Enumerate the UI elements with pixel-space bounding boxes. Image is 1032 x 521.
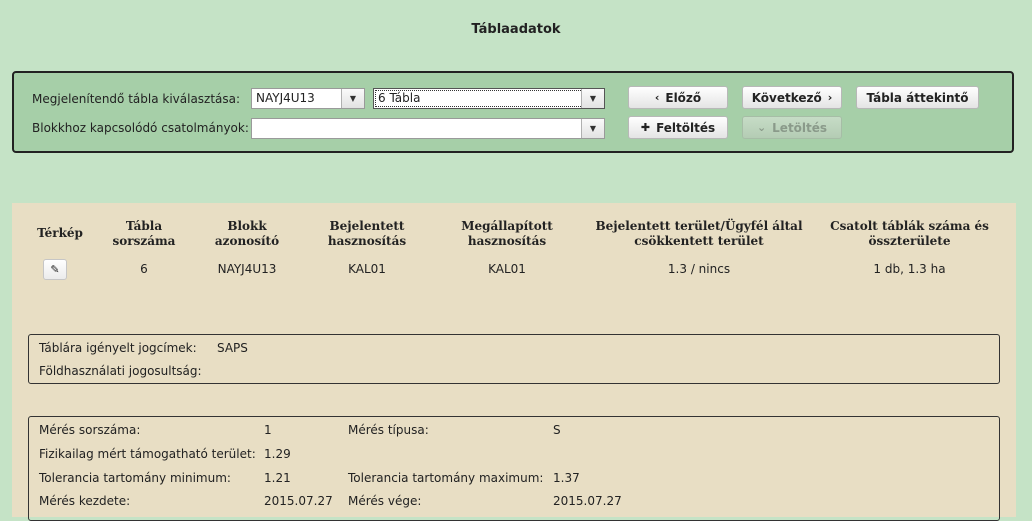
overview-button[interactable]: Tábla áttekintő	[856, 86, 979, 109]
table-select-value: 6 Tábla	[378, 91, 421, 105]
header-map: Térkép	[37, 226, 83, 240]
cell-determined-use: KAL01	[488, 262, 526, 276]
page-title: Táblaadatok	[471, 22, 561, 37]
header-table-number: Tábla sorszáma	[112, 219, 176, 248]
table-select[interactable]: 6 Tábla ▼	[373, 88, 605, 109]
block-select-value: NAYJ4U13	[256, 91, 315, 105]
cell-attached: 1 db, 1.3 ha	[873, 262, 946, 276]
chevron-down-icon: ⌄	[756, 121, 767, 134]
caret-down-icon[interactable]: ▼	[581, 119, 604, 138]
measurement-type-value: S	[553, 423, 561, 437]
upload-button-label: Feltöltés	[656, 120, 716, 135]
prev-button-label: Előző	[665, 90, 702, 105]
next-button-label: Következő	[751, 90, 822, 105]
header-area: Bejelentett terület/Ügyfél által csökken…	[595, 219, 803, 248]
measurement-box: Mérés sorszáma: 1 Mérés típusa: S Fizika…	[28, 416, 1000, 521]
measurement-number-label: Mérés sorszáma:	[39, 423, 141, 437]
overview-button-label: Tábla áttekintő	[866, 90, 969, 105]
tolerance-max-label: Tolerancia tartomány maximum:	[348, 471, 544, 485]
download-button[interactable]: ⌄ Letöltés	[742, 116, 842, 139]
pencil-icon: ✎	[50, 263, 60, 276]
upload-button[interactable]: ✚ Feltöltés	[628, 116, 728, 139]
selector-panel: Megjelenítendő tábla kiválasztása: NAYJ4…	[12, 71, 1014, 153]
measurement-end-value: 2015.07.27	[553, 494, 622, 508]
measurement-start-label: Mérés kezdete:	[39, 494, 131, 508]
block-select[interactable]: NAYJ4U13 ▼	[251, 88, 365, 109]
caret-down-icon[interactable]: ▼	[581, 89, 604, 108]
table-details: Térkép Tábla sorszáma Blokk azonosító Be…	[12, 203, 1016, 521]
measured-area-label: Fizikailag mért támogatható terület:	[39, 447, 256, 461]
chevron-right-icon: ›	[827, 91, 833, 104]
chevron-left-icon: ‹	[654, 91, 660, 104]
measurement-end-label: Mérés vége:	[348, 494, 422, 508]
map-button[interactable]: ✎	[43, 259, 67, 280]
header-reported-use: Bejelentett hasznosítás	[327, 219, 407, 248]
download-button-label: Letöltés	[772, 120, 828, 135]
next-button[interactable]: Következő ›	[742, 86, 842, 109]
plus-icon: ✚	[640, 121, 651, 134]
header-block-id: Blokk azonosító	[214, 219, 280, 248]
attachments-select[interactable]: ▼	[251, 118, 605, 139]
entitlement-box: Táblára igényelt jogcímek: SAPS Földhasz…	[28, 334, 1000, 384]
attachments-label: Blokkhoz kapcsolódó csatolmányok:	[32, 121, 249, 135]
measurement-type-label: Mérés típusa:	[348, 423, 429, 437]
cell-block-id: NAYJ4U13	[217, 262, 277, 276]
tolerance-min-label: Tolerancia tartomány minimum:	[39, 471, 231, 485]
measured-area-value: 1.29	[264, 447, 291, 461]
prev-button[interactable]: ‹ Előző	[628, 86, 728, 109]
tolerance-max-value: 1.37	[553, 471, 580, 485]
entitlement-label: Táblára igényelt jogcímek:	[39, 341, 197, 355]
caret-down-icon[interactable]: ▼	[341, 89, 364, 108]
measurement-number-value: 1	[264, 423, 272, 437]
measurement-start-value: 2015.07.27	[264, 494, 333, 508]
cell-table-number: 6	[140, 262, 148, 276]
header-determined-use: Megállapított hasznosítás	[461, 219, 553, 248]
cell-reported-use: KAL01	[348, 262, 386, 276]
header-attached: Csatolt táblák száma és összterülete	[830, 219, 989, 248]
cell-area: 1.3 / nincs	[667, 262, 731, 276]
entitlement-value: SAPS	[217, 341, 248, 355]
table-select-label: Megjelenítendő tábla kiválasztása:	[32, 92, 241, 106]
tolerance-min-value: 1.21	[264, 471, 291, 485]
land-use-right-label: Földhasználati jogosultság:	[39, 364, 202, 378]
